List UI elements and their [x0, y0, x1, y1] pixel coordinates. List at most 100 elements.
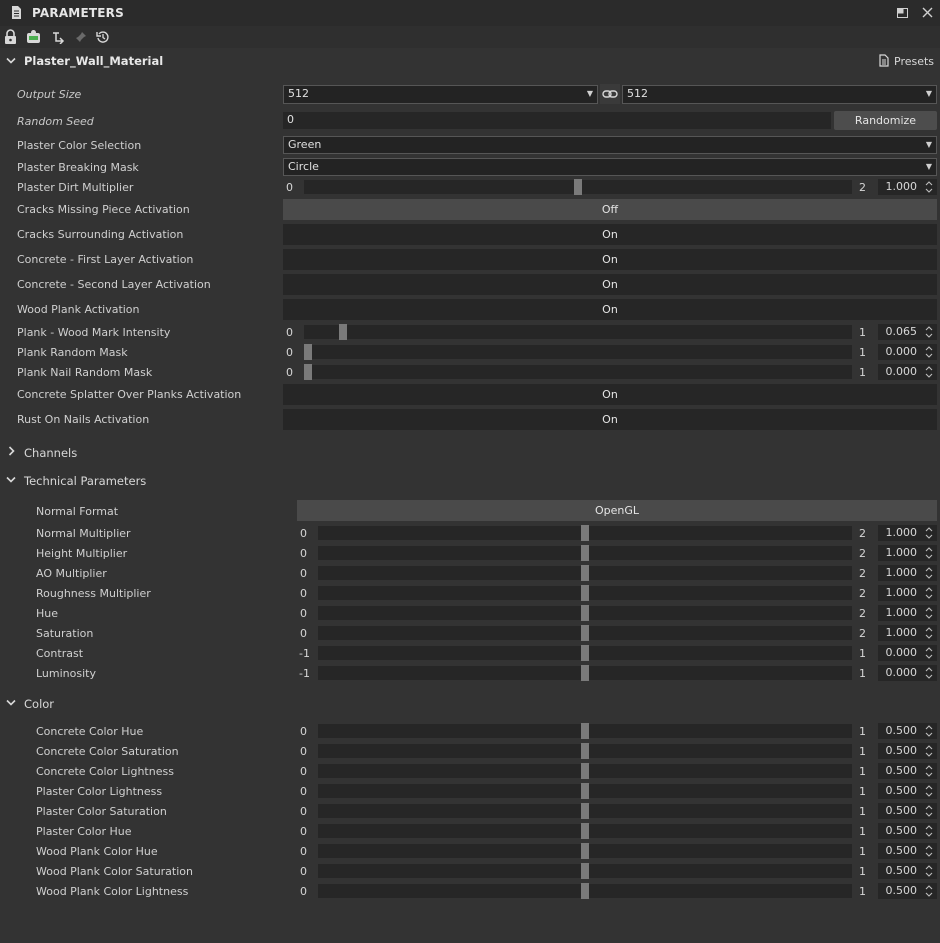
plaster-breaking-mask-select[interactable]: Circle ▼	[283, 158, 937, 176]
color-section[interactable]: Color	[24, 697, 54, 711]
chevron-right-icon[interactable]	[8, 446, 16, 456]
concrete-color-saturation-slider-thumb[interactable]	[581, 743, 589, 759]
spinner-arrows-icon[interactable]	[925, 325, 933, 339]
technical-parameters-section[interactable]: Technical Parameters	[24, 474, 146, 488]
concrete-color-saturation-value-field[interactable]: 0.500	[878, 743, 937, 759]
plank-wood-mark-intensity-value-field[interactable]: 0.065	[878, 324, 937, 340]
plaster-color-lightness-value-field[interactable]: 0.500	[878, 783, 937, 799]
plank-wood-mark-intensity-slider-thumb[interactable]	[339, 324, 347, 340]
plaster-color-saturation-slider[interactable]	[318, 803, 852, 819]
normal-multiplier-value-field[interactable]: 1.000	[878, 525, 937, 541]
wood-plank-color-saturation-slider-thumb[interactable]	[581, 863, 589, 879]
normal-multiplier-slider[interactable]	[318, 525, 852, 541]
concrete-color-lightness-slider-thumb[interactable]	[581, 763, 589, 779]
plaster-color-hue-slider-thumb[interactable]	[581, 823, 589, 839]
reset-icon[interactable]	[96, 30, 110, 44]
cracks-surrounding-activation-toggle[interactable]: On	[283, 224, 937, 245]
normal-format-toggle[interactable]: OpenGL	[297, 500, 937, 521]
concrete-second-layer-activation-toggle[interactable]: On	[283, 274, 937, 295]
roughness-multiplier-value-field[interactable]: 1.000	[878, 585, 937, 601]
spinner-arrows-icon[interactable]	[925, 724, 933, 738]
channels-section[interactable]: Channels	[24, 446, 77, 460]
cracks-missing-piece-activation-toggle[interactable]: Off	[283, 199, 937, 220]
link-node-icon[interactable]	[51, 30, 65, 44]
plaster-color-lightness-slider[interactable]	[318, 783, 852, 799]
plaster-color-saturation-value-field[interactable]: 0.500	[878, 803, 937, 819]
random-seed-input[interactable]: 0	[283, 112, 831, 129]
ao-multiplier-slider-thumb[interactable]	[581, 565, 589, 581]
wood-plank-color-saturation-value-field[interactable]: 0.500	[878, 863, 937, 879]
spinner-arrows-icon[interactable]	[925, 784, 933, 798]
ao-multiplier-slider[interactable]	[318, 565, 852, 581]
wood-plank-color-lightness-value-field[interactable]: 0.500	[878, 883, 937, 899]
saturation-slider-thumb[interactable]	[581, 625, 589, 641]
spinner-arrows-icon[interactable]	[925, 804, 933, 818]
plaster-dirt-multiplier-value-field[interactable]: 1.000	[878, 179, 937, 195]
link-ratio-icon[interactable]	[600, 84, 620, 104]
contrast-slider[interactable]	[318, 645, 852, 661]
hue-value-field[interactable]: 1.000	[878, 605, 937, 621]
plaster-color-hue-value-field[interactable]: 0.500	[878, 823, 937, 839]
spinner-arrows-icon[interactable]	[925, 180, 933, 194]
spinner-arrows-icon[interactable]	[925, 345, 933, 359]
spinner-arrows-icon[interactable]	[925, 824, 933, 838]
height-multiplier-slider[interactable]	[318, 545, 852, 561]
wood-plank-color-hue-slider-thumb[interactable]	[581, 843, 589, 859]
luminosity-slider[interactable]	[318, 665, 852, 681]
spinner-arrows-icon[interactable]	[925, 744, 933, 758]
contrast-value-field[interactable]: 0.000	[878, 645, 937, 661]
plaster-dirt-multiplier-slider-thumb[interactable]	[574, 179, 582, 195]
spinner-arrows-icon[interactable]	[925, 546, 933, 560]
normal-multiplier-slider-thumb[interactable]	[581, 525, 589, 541]
contrast-slider-thumb[interactable]	[581, 645, 589, 661]
plank-nail-random-mask-slider[interactable]	[304, 364, 852, 380]
plaster-color-saturation-slider-thumb[interactable]	[581, 803, 589, 819]
chevron-down-icon[interactable]	[6, 699, 16, 707]
hue-slider[interactable]	[318, 605, 852, 621]
randomize-button[interactable]: Randomize	[834, 111, 937, 130]
concrete-color-hue-slider[interactable]	[318, 723, 852, 739]
chevron-down-icon[interactable]	[6, 476, 16, 484]
chevron-down-icon[interactable]	[6, 57, 16, 65]
spinner-arrows-icon[interactable]	[925, 646, 933, 660]
plaster-color-lightness-slider-thumb[interactable]	[581, 783, 589, 799]
saturation-slider[interactable]	[318, 625, 852, 641]
concrete-color-hue-slider-thumb[interactable]	[581, 723, 589, 739]
rust-on-nails-activation-toggle[interactable]: On	[283, 409, 937, 430]
roughness-multiplier-slider[interactable]	[318, 585, 852, 601]
plank-wood-mark-intensity-slider[interactable]	[304, 324, 852, 340]
concrete-first-layer-activation-toggle[interactable]: On	[283, 249, 937, 270]
concrete-color-lightness-slider[interactable]	[318, 763, 852, 779]
ao-multiplier-value-field[interactable]: 1.000	[878, 565, 937, 581]
spinner-arrows-icon[interactable]	[925, 365, 933, 379]
height-multiplier-value-field[interactable]: 1.000	[878, 545, 937, 561]
output-size-height-select[interactable]: 512 ▼	[622, 85, 937, 104]
spinner-arrows-icon[interactable]	[925, 586, 933, 600]
luminosity-slider-thumb[interactable]	[581, 665, 589, 681]
spinner-arrows-icon[interactable]	[925, 666, 933, 680]
presets-icon[interactable]	[879, 54, 889, 67]
spinner-arrows-icon[interactable]	[925, 864, 933, 878]
spinner-arrows-icon[interactable]	[925, 626, 933, 640]
wood-plank-color-hue-value-field[interactable]: 0.500	[878, 843, 937, 859]
spinner-arrows-icon[interactable]	[925, 844, 933, 858]
concrete-color-saturation-slider[interactable]	[318, 743, 852, 759]
output-size-width-select[interactable]: 512 ▼	[283, 85, 598, 104]
wood-plank-color-saturation-slider[interactable]	[318, 863, 852, 879]
spinner-arrows-icon[interactable]	[925, 764, 933, 778]
close-icon[interactable]	[922, 7, 933, 18]
plaster-dirt-multiplier-slider[interactable]	[304, 179, 852, 195]
wood-plank-activation-toggle[interactable]: On	[283, 299, 937, 320]
plank-random-mask-slider-thumb[interactable]	[304, 344, 312, 360]
spinner-arrows-icon[interactable]	[925, 884, 933, 898]
plank-nail-random-mask-slider-thumb[interactable]	[304, 364, 312, 380]
saturation-value-field[interactable]: 1.000	[878, 625, 937, 641]
plaster-color-selection-select[interactable]: Green ▼	[283, 136, 937, 154]
wood-plank-color-hue-slider[interactable]	[318, 843, 852, 859]
plank-random-mask-value-field[interactable]: 0.000	[878, 344, 937, 360]
pin-icon[interactable]	[75, 31, 87, 43]
spinner-arrows-icon[interactable]	[925, 526, 933, 540]
height-multiplier-slider-thumb[interactable]	[581, 545, 589, 561]
concrete-splatter-over-planks-activation-toggle[interactable]: On	[283, 384, 937, 405]
restore-window-icon[interactable]	[897, 8, 908, 18]
